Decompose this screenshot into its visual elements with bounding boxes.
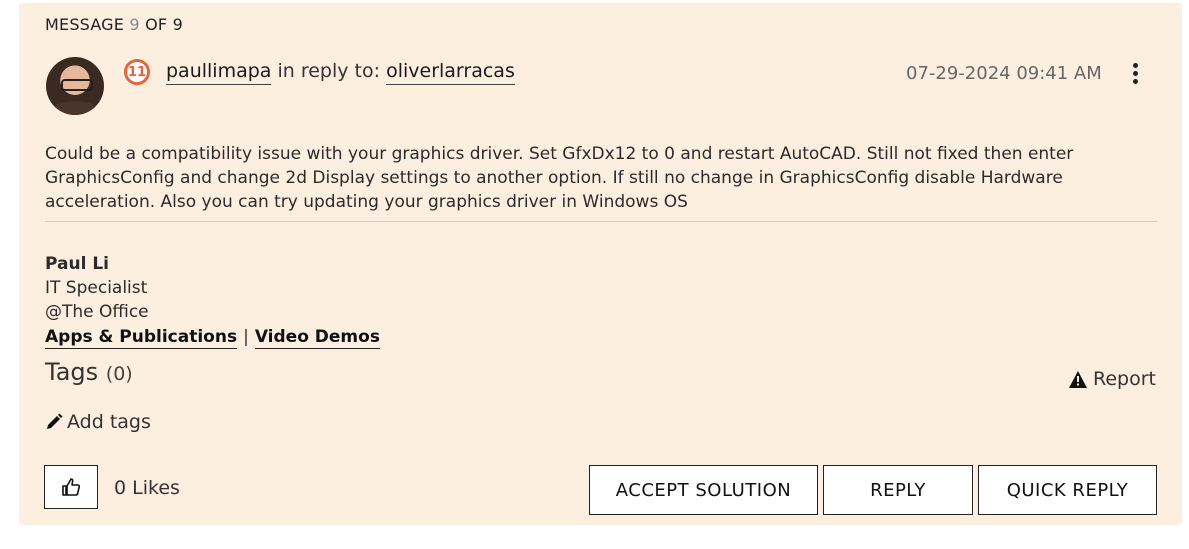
message-suffix: OF 9 xyxy=(145,15,183,34)
post-timestamp: 07-29-2024 09:41 AM xyxy=(906,63,1102,84)
reply-to-link[interactable]: oliverlarracas xyxy=(386,60,515,85)
accept-solution-button[interactable]: ACCEPT SOLUTION xyxy=(589,465,818,515)
author-line: paullimapa in reply to: oliverlarracas xyxy=(166,60,515,85)
divider xyxy=(45,221,1157,222)
rank-badge-icon: 11 xyxy=(124,59,150,85)
signature-name: Paul Li xyxy=(45,254,109,274)
likes-count: 0 Likes xyxy=(114,477,180,499)
avatar[interactable] xyxy=(46,57,104,115)
tags-heading: Tags (0) xyxy=(45,358,133,386)
like-button[interactable] xyxy=(44,465,98,509)
tags-title: Tags xyxy=(45,358,99,386)
signature-links: Apps & Publications | Video Demos xyxy=(45,325,380,349)
video-demos-link[interactable]: Video Demos xyxy=(254,327,380,349)
apps-publications-link[interactable]: Apps & Publications xyxy=(45,327,238,349)
tags-count: (0) xyxy=(105,363,133,385)
avatar-glasses xyxy=(61,79,93,91)
kebab-menu-icon[interactable] xyxy=(1126,63,1144,87)
signature: Paul Li IT Specialist @The Office Apps &… xyxy=(45,252,380,349)
add-tags-label: Add tags xyxy=(67,411,151,433)
warning-icon xyxy=(1069,370,1087,388)
post-body: Could be a compatibility issue with your… xyxy=(45,144,1074,212)
add-tags-button[interactable]: Add tags xyxy=(45,411,151,433)
quick-reply-button[interactable]: QUICK REPLY xyxy=(978,465,1157,515)
message-prefix: MESSAGE xyxy=(45,15,125,34)
signature-org: @The Office xyxy=(45,302,149,322)
report-label: Report xyxy=(1093,368,1156,390)
author-link[interactable]: paullimapa xyxy=(166,60,272,85)
reply-button[interactable]: REPLY xyxy=(823,465,973,515)
pencil-icon xyxy=(47,413,63,429)
message-counter: MESSAGE 9 OF 9 xyxy=(45,15,183,34)
rank-badge-number: 11 xyxy=(127,64,147,80)
avatar-shirt xyxy=(52,101,98,115)
reply-to-text: in reply to: xyxy=(277,60,381,82)
thumbs-up-icon xyxy=(62,478,81,496)
link-separator: | xyxy=(243,327,249,347)
report-button[interactable]: Report xyxy=(1069,368,1156,390)
signature-title: IT Specialist xyxy=(45,278,148,298)
message-index: 9 xyxy=(129,15,140,34)
